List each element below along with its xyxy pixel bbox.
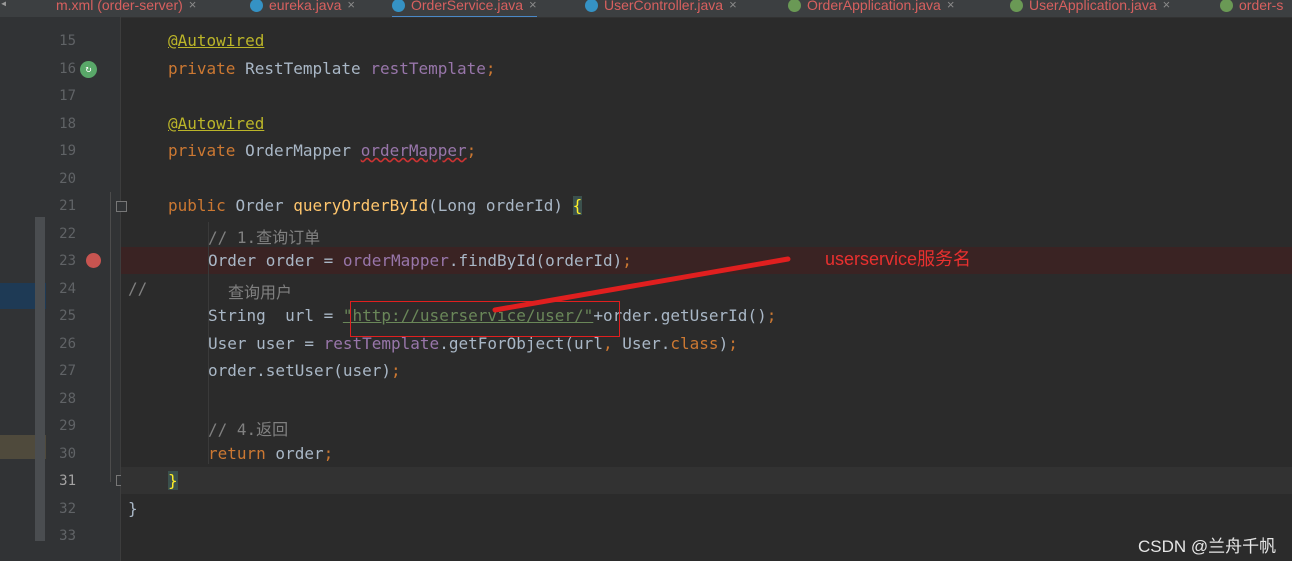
annotation-label: userservice服务名 [825, 249, 972, 269]
watermark: CSDN @兰舟千帆 [1138, 537, 1277, 556]
annotation-arrow [492, 256, 791, 313]
